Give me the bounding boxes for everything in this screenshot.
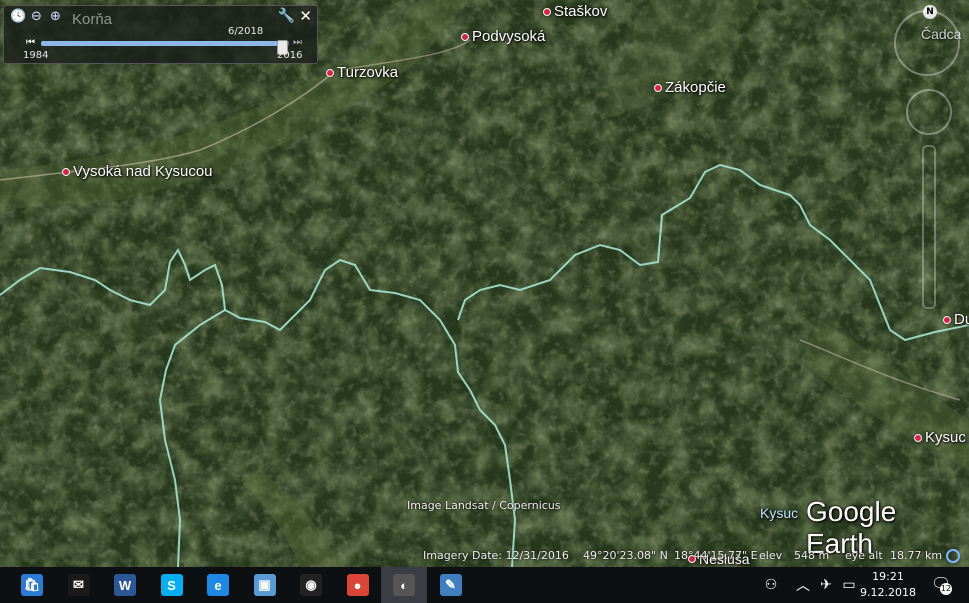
airplane-mode-icon[interactable]: ✈ bbox=[815, 567, 837, 603]
chrome-icon: ● bbox=[346, 574, 369, 596]
store-icon: 🛍 bbox=[21, 574, 43, 596]
photos-icon: ▣ bbox=[253, 574, 276, 596]
wrench-icon[interactable]: 🔧 bbox=[278, 8, 295, 24]
time-track-fill bbox=[41, 41, 282, 46]
status-bar: Imagery Date: 12/31/2016 49°20'23.08" N … bbox=[0, 545, 969, 567]
place-label-staskov[interactable]: Staškov bbox=[543, 3, 607, 20]
satellite-imagery bbox=[0, 0, 969, 567]
place-pin-icon bbox=[543, 7, 551, 16]
zoom-in-icon[interactable]: ⊕ bbox=[48, 9, 63, 24]
paint-icon: ✎ bbox=[439, 574, 462, 596]
place-label-zakopcie[interactable]: Zákopčie bbox=[654, 79, 726, 96]
historical-imagery-slider: 🕓 ⊖ ⊕ Korňa 🔧 ✕ 6/2018 ⏮ ⏭ 1984 2016 bbox=[3, 5, 318, 64]
elevation-label: elev bbox=[759, 549, 783, 562]
navigation-controls: N bbox=[892, 5, 962, 309]
latitude: 49°20'23.08" N bbox=[583, 549, 668, 562]
eye-alt-value: 18.77 km bbox=[890, 549, 943, 562]
place-name: Vysoká nad Kysucou bbox=[73, 163, 213, 180]
look-joystick[interactable] bbox=[906, 89, 952, 135]
taskbar-app-media[interactable]: ◉ bbox=[288, 567, 334, 603]
clock-icon[interactable]: 🕓 bbox=[10, 9, 26, 24]
end-year: 2016 bbox=[277, 50, 303, 61]
word-icon: W bbox=[114, 574, 136, 596]
place-label-vysoka-nad-kysucou[interactable]: Vysoká nad Kysucou bbox=[62, 163, 213, 180]
place-pin-icon bbox=[914, 433, 922, 442]
imagery-attribution: Image Landsat / Copernicus bbox=[407, 499, 561, 512]
place-label-kysuc-bottom[interactable]: Kysuc bbox=[760, 505, 798, 521]
browser-icon: e bbox=[207, 574, 229, 596]
start-year: 1984 bbox=[23, 50, 49, 61]
skype-icon: S bbox=[160, 574, 183, 596]
place-label-turzovka[interactable]: Turzovka bbox=[326, 64, 398, 81]
place-name: Du bbox=[954, 311, 969, 328]
place-pin-icon bbox=[461, 32, 469, 41]
taskbar-app-paint[interactable]: ✎ bbox=[428, 567, 474, 603]
time-controls: 🕓 ⊖ ⊕ bbox=[10, 9, 63, 24]
map-view[interactable]: Staškov Podvysoká Turzovka Zákopčie Vyso… bbox=[0, 0, 969, 567]
battery-icon[interactable]: ▭ bbox=[838, 567, 860, 603]
people-icon[interactable]: ⚇ bbox=[757, 567, 785, 603]
place-pin-icon bbox=[326, 68, 334, 77]
place-pin-icon bbox=[62, 167, 70, 176]
place-name: Kysuc bbox=[760, 505, 799, 521]
longitude: 18°44'15.77" E bbox=[674, 549, 758, 562]
taskbar-app-mail[interactable]: ✉ bbox=[56, 567, 102, 603]
skip-forward-icon[interactable]: ⏭ bbox=[293, 37, 302, 48]
taskbar-app-word[interactable]: W bbox=[102, 567, 148, 603]
taskbar-app-photos[interactable]: ▣ bbox=[242, 567, 288, 603]
system-clock[interactable]: 19:21 9.12.2018 bbox=[858, 569, 918, 601]
place-name: Kysuc bbox=[925, 429, 966, 446]
zoom-out-icon[interactable]: ⊖ bbox=[29, 9, 44, 24]
elevation-value: 548 m bbox=[794, 549, 830, 562]
place-label-kysuc[interactable]: Kysuc bbox=[914, 429, 966, 446]
chevron-up-icon[interactable]: ︿ bbox=[792, 567, 814, 603]
notification-center-icon[interactable]: 🗨 12 bbox=[931, 574, 952, 595]
taskbar-app-store[interactable]: 🛍 bbox=[9, 567, 55, 603]
clock-time: 19:21 bbox=[872, 570, 904, 583]
time-track[interactable] bbox=[41, 40, 289, 55]
skip-back-icon[interactable]: ⏮ bbox=[26, 37, 35, 48]
notification-count: 12 bbox=[940, 583, 952, 595]
taskbar-app-earth[interactable]: ◐ bbox=[381, 567, 427, 603]
mail-icon: ✉ bbox=[67, 574, 90, 596]
place-name: Staškov bbox=[554, 3, 608, 20]
compass-ring[interactable] bbox=[894, 10, 960, 76]
taskbar-app-chrome[interactable]: ● bbox=[335, 567, 381, 603]
clock-date: 9.12.2018 bbox=[860, 586, 916, 599]
imagery-date: Imagery Date: 12/31/2016 bbox=[423, 549, 569, 562]
place-label-du[interactable]: Du bbox=[943, 311, 969, 328]
place-name: Podvysoká bbox=[472, 28, 546, 45]
google-earth-icon: ◐ bbox=[393, 574, 415, 596]
globe-status-icon[interactable] bbox=[946, 549, 960, 563]
media-player-icon: ◉ bbox=[300, 574, 322, 596]
place-pin-icon bbox=[943, 315, 951, 324]
place-name: Zákopčie bbox=[665, 79, 726, 96]
selected-date: 6/2018 bbox=[228, 26, 264, 37]
layer-label: Korňa bbox=[72, 11, 113, 28]
place-pin-icon bbox=[654, 83, 662, 92]
close-icon[interactable]: ✕ bbox=[299, 7, 312, 25]
windows-taskbar: 🛍 ✉ W Se ▣ ◉ ● ◐ ✎ ⚇ ︿ ✈ ▭ 19:21 9.12.2018 🗨 12 bbox=[0, 567, 969, 603]
zoom-slider[interactable] bbox=[922, 145, 936, 309]
eye-alt-label: eye alt bbox=[845, 549, 883, 562]
taskbar-app-skype[interactable]: S bbox=[149, 567, 195, 603]
compass-north-icon[interactable]: N bbox=[923, 5, 937, 19]
place-name: Turzovka bbox=[337, 64, 399, 81]
time-track-wrap: ⏮ ⏭ bbox=[26, 37, 302, 55]
place-label-podvysoka[interactable]: Podvysoká bbox=[461, 28, 545, 45]
taskbar-app-edge-like[interactable]: e bbox=[195, 567, 241, 603]
